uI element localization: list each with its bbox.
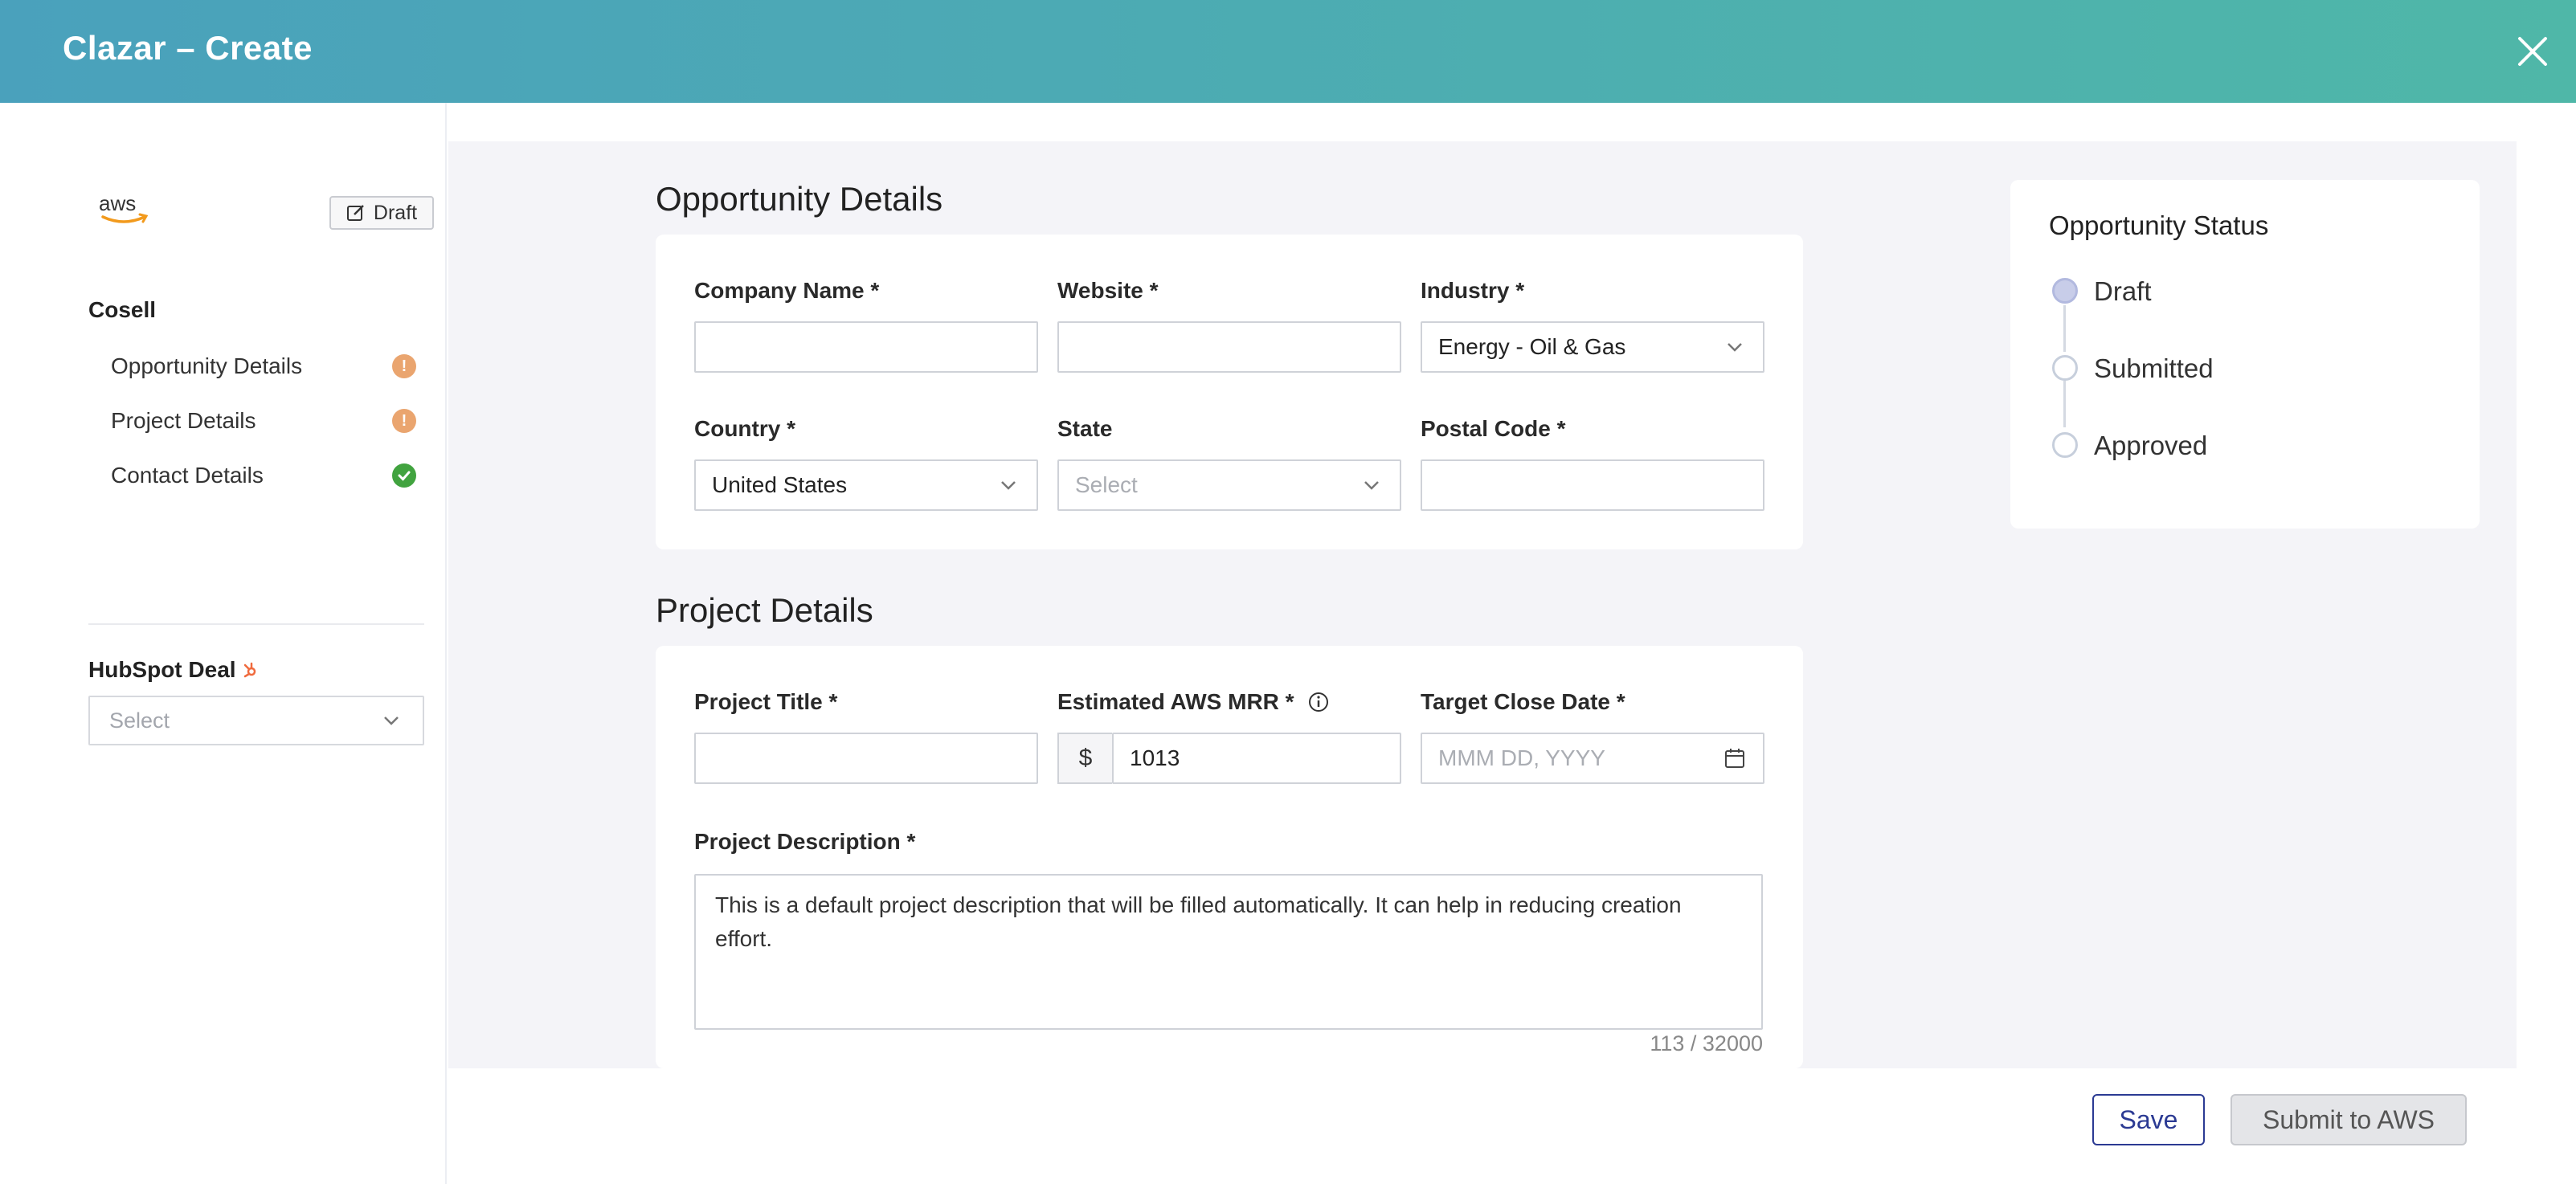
- app-header: [0, 0, 2576, 103]
- save-button[interactable]: Save: [2092, 1094, 2205, 1145]
- svg-text:aws: aws: [99, 191, 136, 215]
- status-step-dot-active: [2052, 278, 2078, 304]
- target-close-date-label: Target Close Date *: [1421, 689, 1625, 714]
- hubspot-deal-label: HubSpot Deal: [88, 657, 259, 683]
- aws-mrr-input[interactable]: 1013: [1112, 733, 1401, 784]
- status-connector: [2063, 305, 2066, 352]
- project-details-title: Project Details: [656, 591, 873, 629]
- sidebar-divider: [88, 623, 424, 625]
- status-step-submitted: Submitted: [2094, 353, 2214, 383]
- cosell-section-title: Cosell: [88, 297, 157, 322]
- chevron-down-icon: [1364, 481, 1379, 490]
- submit-to-aws-button[interactable]: Submit to AWS: [2230, 1094, 2467, 1145]
- nav-item-label: Project Details: [111, 408, 256, 433]
- close-button[interactable]: [2510, 29, 2555, 74]
- chevron-down-icon: [384, 717, 399, 725]
- hubspot-deal-label-text: HubSpot Deal: [88, 657, 236, 682]
- nav-item-opportunity-details[interactable]: Opportunity Details !: [111, 350, 416, 382]
- website-input[interactable]: [1057, 321, 1401, 373]
- country-select[interactable]: United States: [694, 459, 1038, 511]
- industry-label: Industry *: [1421, 278, 1525, 303]
- edit-icon: [346, 205, 364, 221]
- opportunity-status-title: Opportunity Status: [2049, 210, 2269, 240]
- state-label: State: [1057, 416, 1113, 441]
- project-title-input[interactable]: [694, 733, 1038, 784]
- close-date-placeholder: MMM DD, YYYY: [1438, 745, 1605, 770]
- draft-badge[interactable]: Draft: [329, 196, 434, 230]
- company-name-input[interactable]: [694, 321, 1038, 373]
- aws-logo: aws: [98, 191, 151, 232]
- state-placeholder: Select: [1075, 472, 1138, 497]
- company-name-label: Company Name *: [694, 278, 880, 303]
- warning-icon: !: [392, 354, 416, 378]
- status-connector: [2063, 381, 2066, 427]
- aws-mrr-label-text: Estimated AWS MRR *: [1057, 689, 1294, 714]
- character-counter: 113 / 32000: [1650, 1031, 1763, 1055]
- nav-item-label: Contact Details: [111, 463, 264, 488]
- hubspot-deal-placeholder: Select: [109, 708, 170, 733]
- calendar-icon[interactable]: [1723, 746, 1747, 770]
- postal-code-label: Postal Code *: [1421, 416, 1566, 441]
- industry-select[interactable]: Energy - Oil & Gas: [1421, 321, 1764, 373]
- status-step-dot: [2052, 355, 2078, 381]
- project-description-label: Project Description *: [694, 829, 916, 854]
- draft-badge-label: Draft: [373, 201, 418, 224]
- country-label: Country *: [694, 416, 795, 441]
- warning-icon: !: [392, 409, 416, 433]
- info-icon[interactable]: [1307, 691, 1330, 713]
- project-description-textarea[interactable]: This is a default project description th…: [694, 874, 1763, 1030]
- close-icon: [2518, 37, 2547, 66]
- status-step-approved: Approved: [2094, 431, 2208, 460]
- project-title-label: Project Title *: [694, 689, 838, 714]
- target-close-date-input[interactable]: MMM DD, YYYY: [1421, 733, 1764, 784]
- chevron-down-icon: [1728, 343, 1742, 352]
- hubspot-icon: [243, 662, 256, 678]
- state-select[interactable]: Select: [1057, 459, 1401, 511]
- postal-code-input[interactable]: [1421, 459, 1764, 511]
- sidebar: [0, 103, 447, 1184]
- currency-prefix: $: [1057, 733, 1112, 784]
- website-label: Website *: [1057, 278, 1159, 303]
- aws-mrr-label: Estimated AWS MRR *: [1057, 689, 1330, 715]
- chevron-down-icon: [1001, 481, 1016, 490]
- industry-value: Energy - Oil & Gas: [1438, 334, 1626, 359]
- aws-mrr-field: $ 1013: [1057, 733, 1401, 784]
- nav-item-project-details[interactable]: Project Details !: [111, 405, 416, 437]
- country-value: United States: [712, 472, 848, 497]
- nav-item-label: Opportunity Details: [111, 353, 303, 378]
- hubspot-deal-select[interactable]: Select: [88, 696, 424, 745]
- status-step-draft: Draft: [2094, 276, 2152, 306]
- status-step-dot: [2052, 432, 2078, 458]
- window-title: Clazar – Create: [63, 29, 313, 67]
- nav-item-contact-details[interactable]: Contact Details: [111, 459, 416, 492]
- opportunity-details-title: Opportunity Details: [656, 180, 943, 218]
- check-icon: [392, 463, 416, 488]
